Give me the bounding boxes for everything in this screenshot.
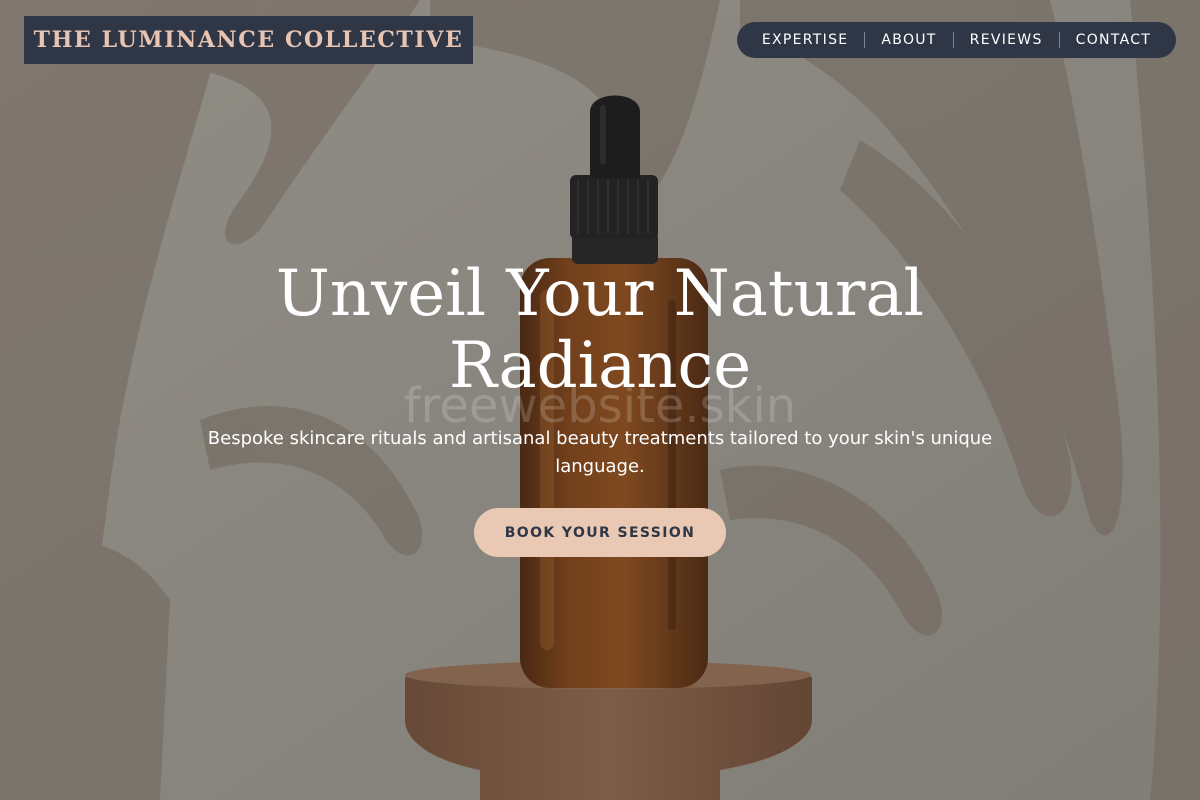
brand-logo[interactable]: THE LUMINANCE COLLECTIVE — [24, 16, 473, 64]
main-nav: EXPERTISE ABOUT REVIEWS CONTACT — [737, 22, 1176, 58]
book-session-button[interactable]: BOOK YOUR SESSION — [474, 508, 726, 557]
nav-link-expertise[interactable]: EXPERTISE — [746, 32, 865, 48]
nav-link-about[interactable]: ABOUT — [865, 32, 952, 48]
hero-headline-line-1: Unveil Your Natural — [275, 257, 925, 331]
hero-section: THE LUMINANCE COLLECTIVE EXPERTISE ABOUT… — [0, 0, 1200, 800]
nav-link-reviews[interactable]: REVIEWS — [954, 32, 1059, 48]
nav-link-contact[interactable]: CONTACT — [1060, 32, 1168, 48]
hero-subtitle: Bespoke skincare rituals and artisanal b… — [207, 428, 993, 477]
